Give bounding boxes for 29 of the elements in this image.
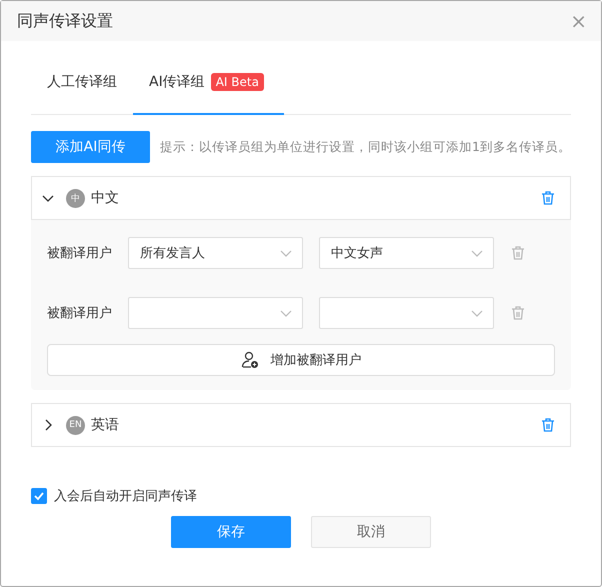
tab-label[interactable]: 人工传译组 <box>47 73 117 91</box>
checkbox[interactable] <box>31 488 47 504</box>
tab[interactable]: 人工传译组 <box>47 67 117 115</box>
trash-icon[interactable] <box>510 245 526 261</box>
dialog-title: 同声传译设置 <box>17 10 113 32</box>
row-label: 被翻译用户 <box>47 245 113 262</box>
row-label: 被翻译用户 <box>47 305 113 322</box>
group-header[interactable]: EN 英语 <box>31 403 571 447</box>
user-plus-icon[interactable] <box>240 351 258 369</box>
tab[interactable]: AI传译组 AI Beta <box>133 67 284 115</box>
trash-icon[interactable] <box>510 305 526 321</box>
cancel-button[interactable]: 取消 <box>311 516 431 548</box>
trash-icon[interactable] <box>540 417 556 433</box>
beta-badge: AI Beta <box>210 73 264 91</box>
group-header[interactable]: 中 中文 <box>31 176 571 220</box>
voice-select[interactable]: 中文女声 <box>319 237 494 269</box>
voice-select[interactable] <box>319 297 494 329</box>
group-name: 英语 <box>91 416 120 434</box>
hint-text: 提示：以传译员组为单位进行设置，同时该小组可添加1到多名传译员。 <box>160 138 571 156</box>
group-name: 中文 <box>91 189 120 207</box>
speaker-select[interactable]: 所有发言人 <box>128 237 303 269</box>
language-badge: EN <box>66 416 85 434</box>
check-icon <box>33 490 45 502</box>
add-user-button[interactable]: 增加被翻译用户 <box>47 344 555 376</box>
language-badge: 中 <box>66 188 85 208</box>
trash-icon[interactable] <box>540 190 556 206</box>
speaker-select[interactable] <box>128 297 303 329</box>
checkbox-label: 入会后自动开启同声传译 <box>54 488 197 505</box>
tab-label[interactable]: AI传译组 <box>149 73 205 91</box>
